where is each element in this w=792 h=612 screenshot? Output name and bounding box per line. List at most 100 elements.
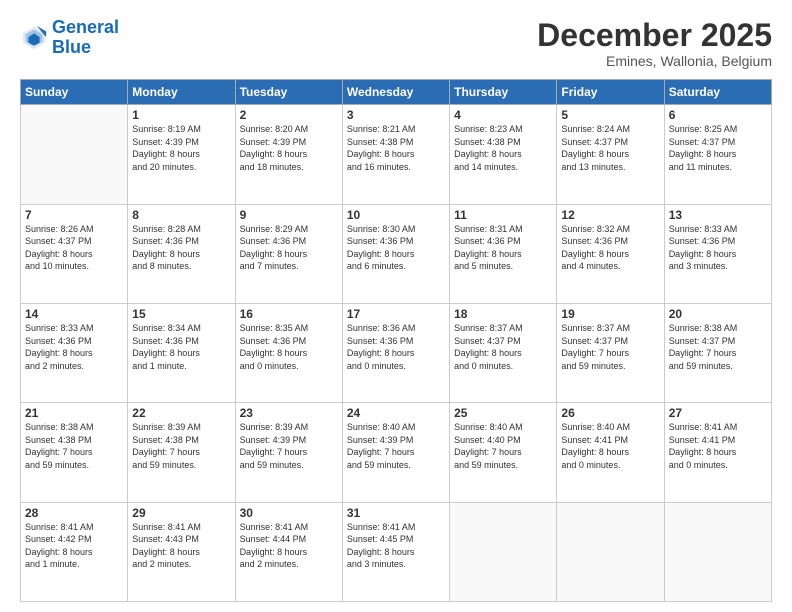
calendar-cell: 27Sunrise: 8:41 AMSunset: 4:41 PMDayligh… [664,403,771,502]
day-number: 8 [132,208,230,222]
location-subtitle: Emines, Wallonia, Belgium [537,53,772,69]
cell-content: Sunrise: 8:32 AMSunset: 4:36 PMDaylight:… [561,223,659,273]
calendar-cell: 29Sunrise: 8:41 AMSunset: 4:43 PMDayligh… [128,502,235,601]
calendar-week-2: 7Sunrise: 8:26 AMSunset: 4:37 PMDaylight… [21,204,772,303]
day-number: 31 [347,506,445,520]
cell-content: Sunrise: 8:38 AMSunset: 4:38 PMDaylight:… [25,421,123,471]
cell-content: Sunrise: 8:29 AMSunset: 4:36 PMDaylight:… [240,223,338,273]
day-header-tuesday: Tuesday [235,80,342,105]
cell-content: Sunrise: 8:38 AMSunset: 4:37 PMDaylight:… [669,322,767,372]
calendar-cell: 11Sunrise: 8:31 AMSunset: 4:36 PMDayligh… [450,204,557,303]
calendar-header-row: SundayMondayTuesdayWednesdayThursdayFrid… [21,80,772,105]
header: General Blue December 2025 Emines, Wallo… [20,18,772,69]
day-number: 10 [347,208,445,222]
logo-icon [20,24,48,52]
calendar-cell: 9Sunrise: 8:29 AMSunset: 4:36 PMDaylight… [235,204,342,303]
calendar-cell: 8Sunrise: 8:28 AMSunset: 4:36 PMDaylight… [128,204,235,303]
cell-content: Sunrise: 8:41 AMSunset: 4:41 PMDaylight:… [669,421,767,471]
cell-content: Sunrise: 8:19 AMSunset: 4:39 PMDaylight:… [132,123,230,173]
calendar-cell: 26Sunrise: 8:40 AMSunset: 4:41 PMDayligh… [557,403,664,502]
cell-content: Sunrise: 8:21 AMSunset: 4:38 PMDaylight:… [347,123,445,173]
cell-content: Sunrise: 8:23 AMSunset: 4:38 PMDaylight:… [454,123,552,173]
cell-content: Sunrise: 8:40 AMSunset: 4:39 PMDaylight:… [347,421,445,471]
day-number: 11 [454,208,552,222]
day-number: 12 [561,208,659,222]
cell-content: Sunrise: 8:34 AMSunset: 4:36 PMDaylight:… [132,322,230,372]
calendar-cell: 13Sunrise: 8:33 AMSunset: 4:36 PMDayligh… [664,204,771,303]
day-number: 30 [240,506,338,520]
cell-content: Sunrise: 8:39 AMSunset: 4:38 PMDaylight:… [132,421,230,471]
cell-content: Sunrise: 8:41 AMSunset: 4:44 PMDaylight:… [240,521,338,571]
day-number: 28 [25,506,123,520]
cell-content: Sunrise: 8:40 AMSunset: 4:41 PMDaylight:… [561,421,659,471]
day-number: 9 [240,208,338,222]
calendar-cell: 22Sunrise: 8:39 AMSunset: 4:38 PMDayligh… [128,403,235,502]
calendar-cell: 2Sunrise: 8:20 AMSunset: 4:39 PMDaylight… [235,105,342,204]
day-header-sunday: Sunday [21,80,128,105]
day-number: 2 [240,108,338,122]
day-number: 15 [132,307,230,321]
calendar-week-4: 21Sunrise: 8:38 AMSunset: 4:38 PMDayligh… [21,403,772,502]
cell-content: Sunrise: 8:39 AMSunset: 4:39 PMDaylight:… [240,421,338,471]
calendar-cell: 23Sunrise: 8:39 AMSunset: 4:39 PMDayligh… [235,403,342,502]
cell-content: Sunrise: 8:26 AMSunset: 4:37 PMDaylight:… [25,223,123,273]
day-number: 1 [132,108,230,122]
day-number: 13 [669,208,767,222]
day-header-thursday: Thursday [450,80,557,105]
cell-content: Sunrise: 8:33 AMSunset: 4:36 PMDaylight:… [669,223,767,273]
day-number: 29 [132,506,230,520]
day-number: 4 [454,108,552,122]
calendar-cell: 10Sunrise: 8:30 AMSunset: 4:36 PMDayligh… [342,204,449,303]
day-number: 24 [347,406,445,420]
day-header-wednesday: Wednesday [342,80,449,105]
day-number: 17 [347,307,445,321]
day-number: 7 [25,208,123,222]
day-number: 14 [25,307,123,321]
calendar-cell: 7Sunrise: 8:26 AMSunset: 4:37 PMDaylight… [21,204,128,303]
logo-text: General Blue [52,18,119,58]
cell-content: Sunrise: 8:25 AMSunset: 4:37 PMDaylight:… [669,123,767,173]
day-number: 23 [240,406,338,420]
day-header-friday: Friday [557,80,664,105]
calendar-cell [21,105,128,204]
calendar-cell: 30Sunrise: 8:41 AMSunset: 4:44 PMDayligh… [235,502,342,601]
cell-content: Sunrise: 8:41 AMSunset: 4:45 PMDaylight:… [347,521,445,571]
month-title: December 2025 [537,18,772,53]
calendar-cell: 3Sunrise: 8:21 AMSunset: 4:38 PMDaylight… [342,105,449,204]
calendar-cell: 21Sunrise: 8:38 AMSunset: 4:38 PMDayligh… [21,403,128,502]
calendar-cell: 16Sunrise: 8:35 AMSunset: 4:36 PMDayligh… [235,303,342,402]
calendar-week-5: 28Sunrise: 8:41 AMSunset: 4:42 PMDayligh… [21,502,772,601]
calendar-cell: 24Sunrise: 8:40 AMSunset: 4:39 PMDayligh… [342,403,449,502]
cell-content: Sunrise: 8:37 AMSunset: 4:37 PMDaylight:… [454,322,552,372]
calendar-table: SundayMondayTuesdayWednesdayThursdayFrid… [20,79,772,602]
cell-content: Sunrise: 8:36 AMSunset: 4:36 PMDaylight:… [347,322,445,372]
cell-content: Sunrise: 8:37 AMSunset: 4:37 PMDaylight:… [561,322,659,372]
calendar-cell [450,502,557,601]
calendar-cell: 17Sunrise: 8:36 AMSunset: 4:36 PMDayligh… [342,303,449,402]
cell-content: Sunrise: 8:24 AMSunset: 4:37 PMDaylight:… [561,123,659,173]
day-number: 26 [561,406,659,420]
calendar-cell: 20Sunrise: 8:38 AMSunset: 4:37 PMDayligh… [664,303,771,402]
calendar-cell: 12Sunrise: 8:32 AMSunset: 4:36 PMDayligh… [557,204,664,303]
day-number: 27 [669,406,767,420]
calendar-cell: 5Sunrise: 8:24 AMSunset: 4:37 PMDaylight… [557,105,664,204]
calendar-cell: 14Sunrise: 8:33 AMSunset: 4:36 PMDayligh… [21,303,128,402]
calendar-cell: 1Sunrise: 8:19 AMSunset: 4:39 PMDaylight… [128,105,235,204]
day-number: 19 [561,307,659,321]
calendar-cell: 19Sunrise: 8:37 AMSunset: 4:37 PMDayligh… [557,303,664,402]
cell-content: Sunrise: 8:30 AMSunset: 4:36 PMDaylight:… [347,223,445,273]
calendar-cell: 28Sunrise: 8:41 AMSunset: 4:42 PMDayligh… [21,502,128,601]
calendar-cell: 18Sunrise: 8:37 AMSunset: 4:37 PMDayligh… [450,303,557,402]
title-block: December 2025 Emines, Wallonia, Belgium [537,18,772,69]
calendar-cell: 15Sunrise: 8:34 AMSunset: 4:36 PMDayligh… [128,303,235,402]
day-number: 16 [240,307,338,321]
page: General Blue December 2025 Emines, Wallo… [0,0,792,612]
day-number: 20 [669,307,767,321]
cell-content: Sunrise: 8:41 AMSunset: 4:42 PMDaylight:… [25,521,123,571]
cell-content: Sunrise: 8:28 AMSunset: 4:36 PMDaylight:… [132,223,230,273]
day-header-monday: Monday [128,80,235,105]
cell-content: Sunrise: 8:31 AMSunset: 4:36 PMDaylight:… [454,223,552,273]
cell-content: Sunrise: 8:35 AMSunset: 4:36 PMDaylight:… [240,322,338,372]
calendar-cell: 31Sunrise: 8:41 AMSunset: 4:45 PMDayligh… [342,502,449,601]
calendar-cell [557,502,664,601]
